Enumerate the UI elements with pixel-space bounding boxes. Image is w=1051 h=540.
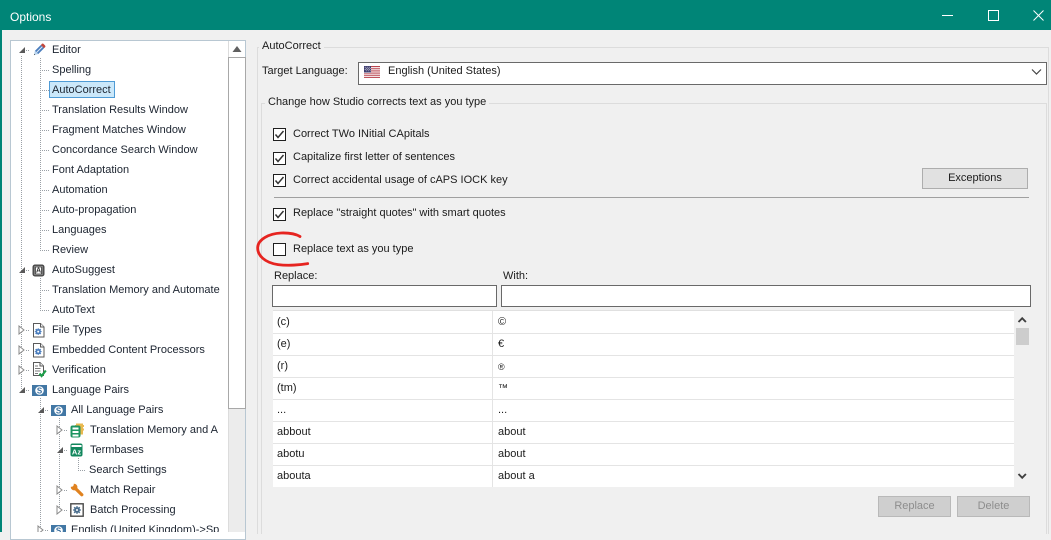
- svg-text:S: S: [37, 386, 43, 395]
- svg-text:Az: Az: [72, 448, 81, 457]
- svg-text:S: S: [56, 526, 62, 532]
- svg-text:A: A: [36, 268, 41, 275]
- svg-text:S: S: [56, 406, 62, 415]
